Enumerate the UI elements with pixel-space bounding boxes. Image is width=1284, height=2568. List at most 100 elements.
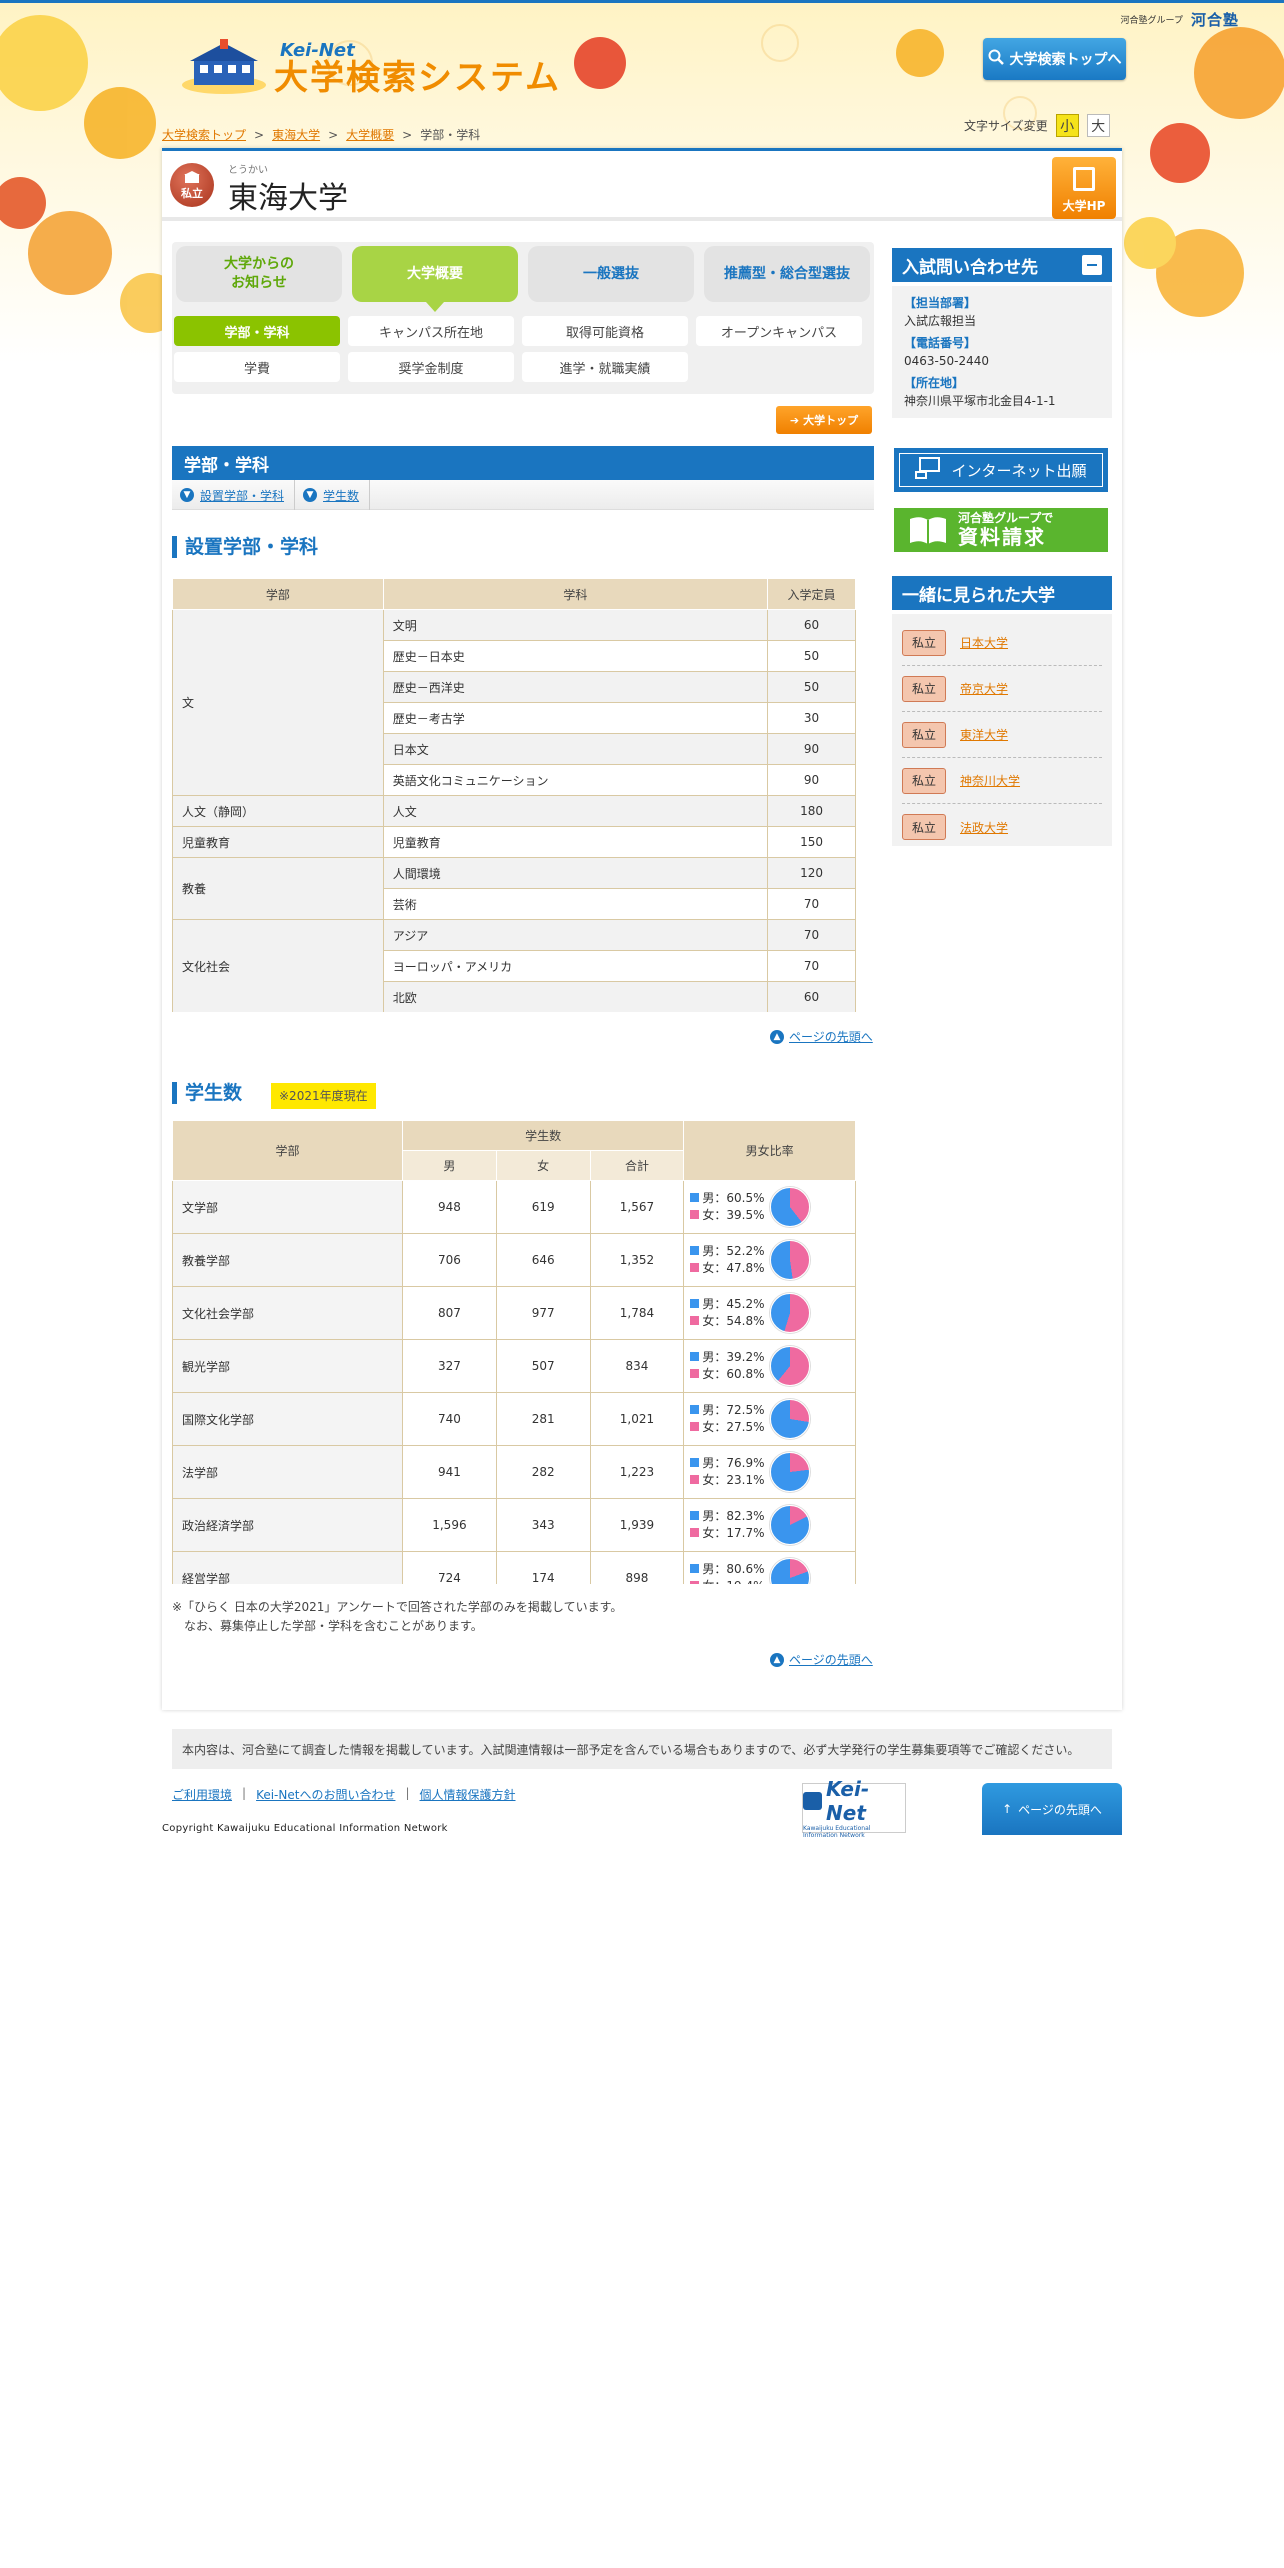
ratio-content: 男：80.6%女：19.4% [690,1558,849,1584]
students-table-wrap: 学部 学生数 男女比率 男 女 合計 文学部 948 619 1,567 男：60.5%… [172,1120,856,1584]
female-count-cell: 507 [495,1339,591,1393]
table-row: 文化社会 アジア 70 [172,919,856,1012]
search-top-button[interactable]: 大学検索トップへ [983,38,1126,80]
male-square-icon [690,1299,700,1308]
request-small-label: 河合塾グループで [958,511,1054,526]
footer-link-environment[interactable]: ご利用環境 [172,1786,232,1803]
related-university-link[interactable]: 神奈川大学 [960,772,1020,789]
male-square-icon [690,1458,700,1467]
male-ratio-line: 男：82.3% [690,1508,764,1525]
kei-net-footer-logo[interactable]: Kei-Net Kawaijuku Educational Informatio… [802,1777,906,1839]
col-student-faculty: 学部 [172,1120,404,1181]
male-percent: 52.2% [726,1244,765,1258]
font-size-large-button[interactable]: 大 [1086,114,1110,137]
breadcrumb-university[interactable]: 東海大学 [272,126,320,143]
gender-ratio-cell: 男：76.9% 女：23.1% [683,1445,856,1499]
request-big-label: 資料請求 [958,524,1046,549]
male-prefix: 男： [702,1191,727,1205]
ratio-legend: 男：82.3% 女：17.7% [690,1508,764,1542]
gender-pie-chart [770,1452,811,1492]
gender-pie-chart [770,1187,811,1227]
male-prefix: 男： [702,1456,727,1470]
footer-page-top-label: ページの先頭へ [1018,1802,1102,1817]
female-count-cell: 281 [495,1392,591,1446]
male-prefix: 男： [702,1297,727,1311]
subtab-open-campus[interactable]: オープンキャンパス [696,316,862,346]
anchor-students-link[interactable]: 学生数 [323,487,359,504]
related-university-link[interactable]: 帝京大学 [960,680,1008,697]
total-count-cell: 1,939 [589,1498,685,1552]
table-row: 教養学部 706 646 1,352 男：52.2% 女：47.8% [172,1233,856,1287]
tab-general-selection[interactable]: 一般選抜 [528,246,694,302]
page-top-link-text[interactable]: ページの先頭へ [789,1028,873,1045]
male-ratio-line: 男：72.5% [690,1402,764,1419]
contact-heading: 入試問い合わせ先 [892,248,1112,282]
subtab-campus[interactable]: キャンパス所在地 [348,316,514,346]
department-cell: 歴史－西洋史 [382,671,769,703]
university-top-button[interactable]: ➔ 大学トップ [776,406,872,434]
faculty-cell: 人文（静岡） [172,795,384,827]
footer-page-top-button[interactable]: ↑ ページの先頭へ [982,1783,1122,1835]
subtab-tuition[interactable]: 学費 [174,352,340,382]
anchor-departments-link[interactable]: 設置学部・学科 [200,487,284,504]
department-cell: ヨーロッパ・アメリカ [382,950,769,982]
student-faculty-cell: 教養学部 [172,1233,404,1287]
ratio-content: 男：39.2% 女：60.8% [690,1346,849,1386]
male-prefix: 男： [702,1509,727,1523]
department-cell: 文明 [382,609,769,641]
department-cell: 日本文 [382,733,769,765]
group-label: 河合塾グループ [1120,16,1183,26]
related-university-link[interactable]: 法政大学 [960,819,1008,836]
page-top-link-1[interactable]: ▲ ページの先頭へ [770,1028,873,1045]
male-percent: 76.9% [726,1456,765,1470]
male-percent: 45.2% [726,1297,765,1311]
related-university-link[interactable]: 東洋大学 [960,726,1008,743]
subtab-faculties[interactable]: 学部・学科 [174,316,340,346]
female-percent: 54.8% [726,1314,765,1328]
page-top-link-2[interactable]: ▲ ページの先頭へ [770,1651,873,1668]
private-tag: 私立 [902,767,946,794]
male-count-cell: 807 [402,1286,497,1340]
gender-pie-chart [770,1346,811,1386]
anchor-departments[interactable]: ▼ 設置学部・学科 [172,480,296,510]
total-count-cell: 834 [589,1339,685,1393]
footer-link-privacy[interactable]: 個人情報保護方針 [420,1786,516,1803]
footer-link-contact[interactable]: Kei-Netへのお問い合わせ [256,1786,395,1803]
university-hp-button[interactable]: 大学HP [1052,157,1116,219]
subtab-qualifications[interactable]: 取得可能資格 [522,316,688,346]
total-count-cell: 1,021 [589,1392,685,1446]
breadcrumb-separator: > [254,127,265,142]
departments-table: 学部 学科 入学定員 文文明 60 歴史－日本史 50 歴史－西洋史 50 歴史－考古学 30… [172,578,856,1012]
female-ratio-line: 女：39.5% [690,1207,764,1224]
subtab-scholarship[interactable]: 奨学金制度 [348,352,514,382]
male-ratio-line: 男：39.2% [690,1349,764,1366]
collapse-icon[interactable] [1082,255,1102,275]
ratio-legend: 男：45.2% 女：54.8% [690,1296,764,1330]
main-card: 私立 とうかい 東海大学 大学HP 大学からの お知らせ 大学概要 一般選抜 推… [162,148,1122,1710]
breadcrumb-search-top[interactable]: 大学検索トップ [162,126,246,143]
breadcrumb-overview[interactable]: 大学概要 [346,126,394,143]
font-size-small-button[interactable]: 小 [1055,114,1079,137]
tab-news[interactable]: 大学からの お知らせ [176,246,342,302]
request-materials-button[interactable]: 河合塾グループで 資料請求 [894,508,1108,552]
tab-overview[interactable]: 大学概要 [352,246,518,312]
department-cell: 英語文化コミュニケーション [382,764,769,796]
arrow-up-icon: ↑ [1002,1802,1013,1816]
female-square-icon [690,1316,700,1325]
arrow-up-icon: ▲ [770,1029,784,1044]
contact-phone-value: 0463-50-2440 [904,354,990,368]
related-university-link[interactable]: 日本大学 [960,634,1008,651]
year-badge: ※2021年度現在 [271,1083,376,1109]
tab-recommendation-selection[interactable]: 推薦型・総合型選抜 [704,246,870,302]
site-logo[interactable]: Kei-Net 大学検索システム [180,37,561,95]
subtab-careers[interactable]: 進学・就職実績 [522,352,688,382]
page-top-link-text[interactable]: ページの先頭へ [789,1651,873,1668]
table-row: 国際文化学部 740 281 1,021 男：72.5% 女：27.5% [172,1392,856,1446]
anchor-students[interactable]: ▼ 学生数 [295,480,371,510]
capacity-cell: 30 [767,702,856,734]
university-name: 東海大学 [228,181,348,216]
total-count-cell: 1,223 [589,1445,685,1499]
internet-application-label: インターネット出願 [951,461,1087,480]
internet-application-button[interactable]: インターネット出願 [894,448,1108,492]
departments-table-wrap: 学部 学科 入学定員 文文明 60 歴史－日本史 50 歴史－西洋史 50 歴史－考古学 30… [172,578,856,1012]
